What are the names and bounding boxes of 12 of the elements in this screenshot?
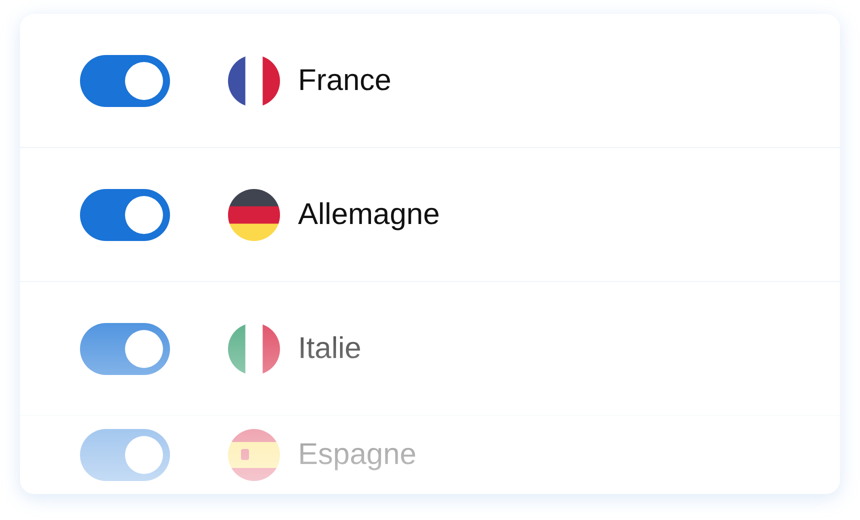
flag-icon	[228, 322, 280, 374]
flag-icon	[228, 54, 280, 106]
toggle-switch[interactable]	[80, 188, 170, 240]
country-name: France	[298, 64, 392, 98]
country-name: Italie	[298, 332, 362, 366]
flag-icon	[228, 429, 280, 481]
toggle-switch[interactable]	[80, 54, 170, 106]
flag-icon	[228, 188, 280, 240]
country-name: Allemagne	[298, 198, 440, 232]
toggle-switch[interactable]	[80, 429, 170, 481]
toggle-switch[interactable]	[80, 322, 170, 374]
country-name: Espagne	[298, 438, 416, 472]
